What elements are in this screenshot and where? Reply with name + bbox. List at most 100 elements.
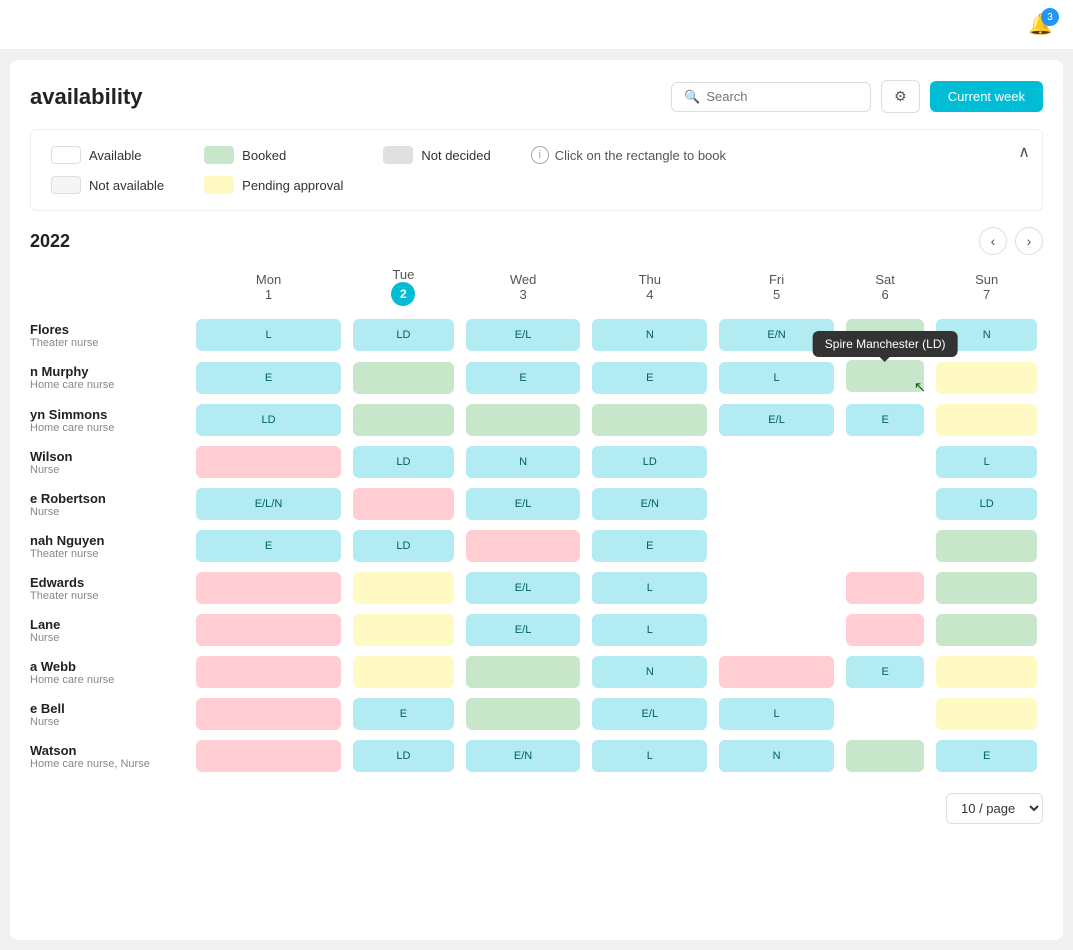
shift-block[interactable]: E/L (719, 404, 834, 436)
shift-block[interactable]: L (936, 446, 1037, 478)
shift-block[interactable]: E (353, 698, 454, 730)
shift-cell[interactable] (930, 651, 1043, 693)
shift-cell[interactable]: L (930, 441, 1043, 483)
shift-cell[interactable]: E/L (460, 314, 587, 356)
shift-block[interactable] (846, 572, 924, 604)
shift-block[interactable]: N (592, 319, 707, 351)
shift-block[interactable] (466, 404, 581, 436)
search-input[interactable] (706, 89, 858, 104)
shift-block[interactable]: N (466, 446, 581, 478)
shift-block[interactable]: ↖ (846, 360, 924, 392)
shift-cell[interactable] (840, 693, 930, 735)
page-size-select[interactable]: 10 / page 20 / page 50 / page (946, 793, 1043, 824)
current-week-button[interactable]: Current week (930, 81, 1043, 112)
shift-block[interactable] (196, 740, 341, 772)
next-week-button[interactable]: › (1015, 227, 1043, 255)
shift-cell[interactable]: N (586, 314, 713, 356)
shift-cell[interactable]: L (586, 567, 713, 609)
shift-cell[interactable]: LD (930, 483, 1043, 525)
shift-block[interactable] (936, 404, 1037, 436)
shift-cell[interactable]: L (713, 693, 840, 735)
shift-block[interactable]: LD (592, 446, 707, 478)
shift-block[interactable]: N (592, 656, 707, 688)
shift-cell[interactable] (713, 525, 840, 567)
shift-cell[interactable] (930, 609, 1043, 651)
shift-cell[interactable] (840, 735, 930, 777)
shift-block[interactable] (353, 572, 454, 604)
shift-block[interactable]: LD (936, 488, 1037, 520)
shift-cell[interactable] (930, 693, 1043, 735)
shift-block[interactable]: E (592, 530, 707, 562)
shift-block[interactable]: LD (353, 530, 454, 562)
shift-block[interactable] (196, 572, 341, 604)
shift-cell[interactable]: E (190, 356, 347, 399)
shift-block[interactable]: L (592, 572, 707, 604)
shift-block[interactable] (936, 572, 1037, 604)
shift-cell[interactable]: LD (347, 441, 460, 483)
shift-block[interactable]: E (936, 740, 1037, 772)
shift-block[interactable]: L (196, 319, 341, 351)
shift-cell[interactable]: LD (347, 735, 460, 777)
shift-block[interactable] (719, 488, 834, 520)
shift-cell[interactable]: LD (586, 441, 713, 483)
shift-cell[interactable]: LD (347, 314, 460, 356)
shift-block[interactable] (846, 488, 924, 520)
shift-cell[interactable]: E/L (713, 399, 840, 441)
shift-cell[interactable] (460, 525, 587, 567)
shift-block[interactable] (719, 446, 834, 478)
shift-cell[interactable]: E/L (460, 567, 587, 609)
shift-block[interactable]: L (592, 740, 707, 772)
shift-block[interactable] (353, 362, 454, 394)
shift-block[interactable]: N (719, 740, 834, 772)
shift-block[interactable] (353, 404, 454, 436)
shift-cell[interactable] (930, 567, 1043, 609)
shift-cell[interactable] (347, 609, 460, 651)
shift-cell[interactable] (840, 567, 930, 609)
shift-cell[interactable] (347, 651, 460, 693)
shift-block[interactable]: E/N (466, 740, 581, 772)
shift-cell[interactable]: N (586, 651, 713, 693)
shift-block[interactable] (936, 614, 1037, 646)
shift-cell[interactable]: L (190, 314, 347, 356)
shift-cell[interactable]: E (930, 735, 1043, 777)
shift-cell[interactable]: E (190, 525, 347, 567)
shift-block[interactable] (846, 740, 924, 772)
filter-button[interactable]: ⚙ (881, 80, 920, 113)
shift-block[interactable] (719, 656, 834, 688)
shift-cell[interactable]: E/N (460, 735, 587, 777)
shift-block[interactable] (466, 530, 581, 562)
shift-cell[interactable] (190, 651, 347, 693)
shift-cell[interactable] (460, 399, 587, 441)
shift-cell[interactable] (930, 399, 1043, 441)
shift-block[interactable] (936, 362, 1037, 394)
shift-block[interactable] (846, 698, 924, 730)
shift-cell[interactable] (840, 483, 930, 525)
shift-cell[interactable] (347, 483, 460, 525)
shift-cell[interactable] (840, 314, 930, 356)
shift-block[interactable]: E (196, 362, 341, 394)
shift-block[interactable] (846, 319, 924, 351)
shift-cell[interactable]: E/N (713, 314, 840, 356)
shift-block[interactable]: E (196, 530, 341, 562)
prev-week-button[interactable]: ‹ (979, 227, 1007, 255)
shift-block[interactable] (196, 698, 341, 730)
shift-cell[interactable] (840, 525, 930, 567)
shift-block[interactable]: N (936, 319, 1037, 351)
shift-block[interactable]: E/L (466, 572, 581, 604)
shift-block[interactable] (196, 614, 341, 646)
shift-block[interactable] (846, 614, 924, 646)
shift-cell[interactable] (190, 441, 347, 483)
shift-block[interactable] (196, 656, 341, 688)
shift-block[interactable]: LD (353, 446, 454, 478)
shift-cell[interactable] (460, 651, 587, 693)
shift-cell[interactable]: E (586, 356, 713, 399)
shift-cell[interactable] (347, 356, 460, 399)
shift-cell[interactable]: E (840, 399, 930, 441)
shift-cell[interactable] (840, 441, 930, 483)
shift-cell[interactable] (713, 651, 840, 693)
shift-block[interactable]: E/L/N (196, 488, 341, 520)
shift-cell[interactable] (930, 356, 1043, 399)
shift-cell[interactable]: L (586, 735, 713, 777)
shift-cell[interactable] (190, 567, 347, 609)
shift-cell[interactable]: E/L/N (190, 483, 347, 525)
